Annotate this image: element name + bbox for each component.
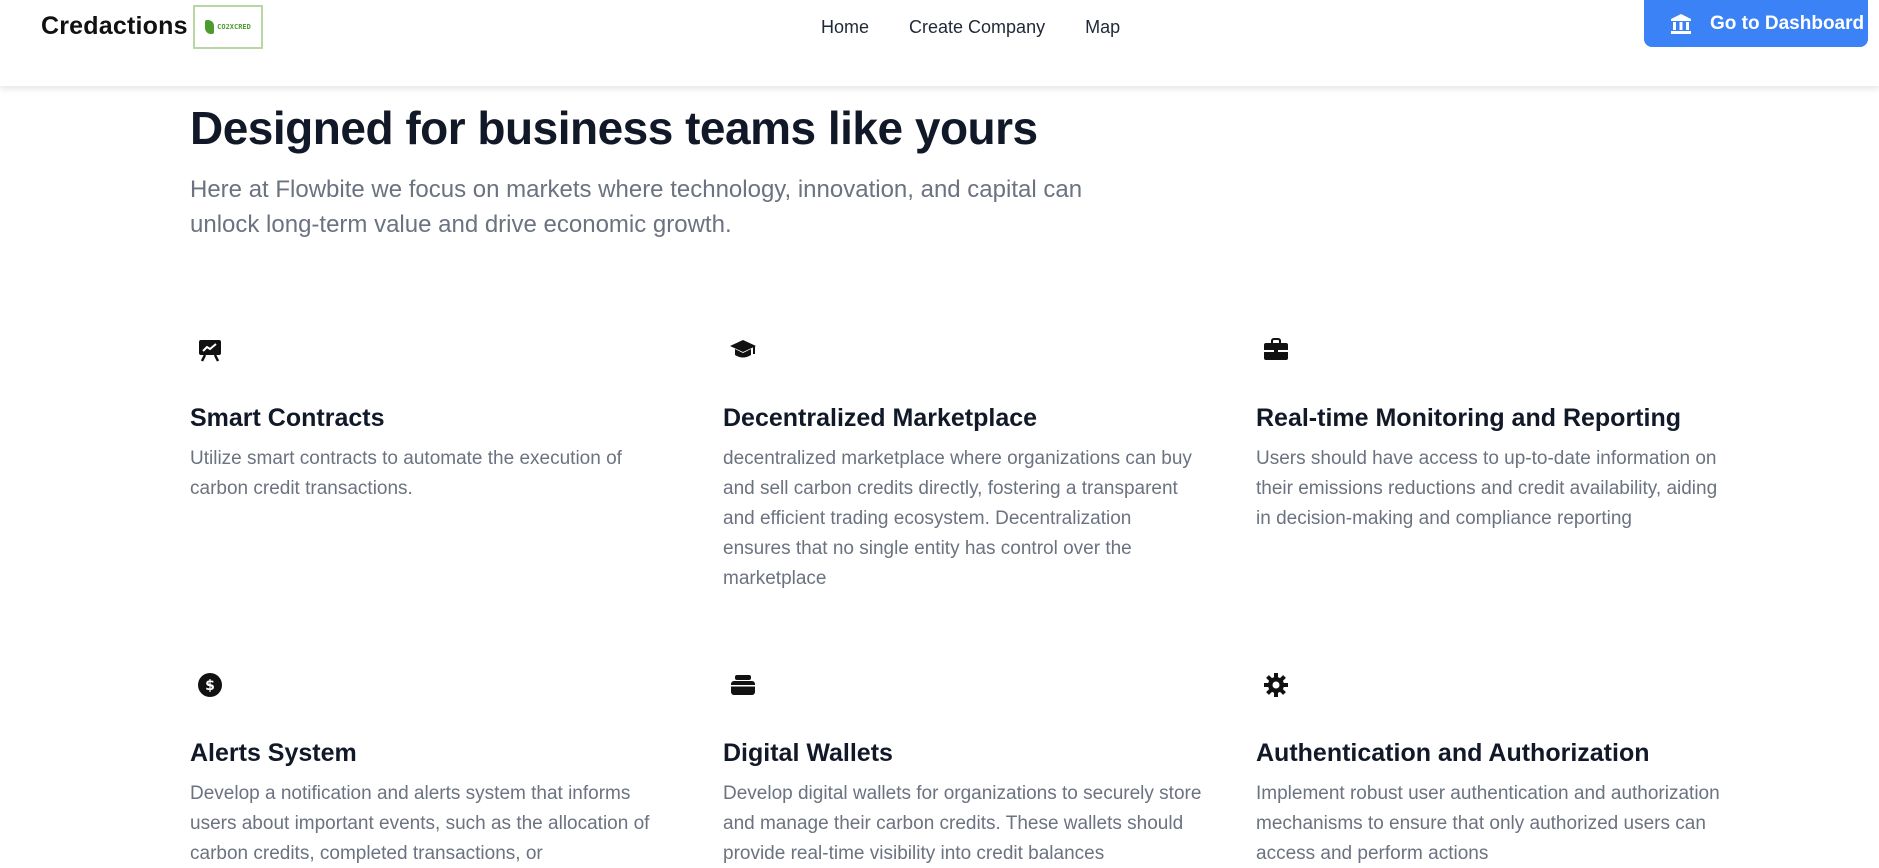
nav-link-map[interactable]: Map (1085, 15, 1120, 39)
feature-title: Smart Contracts (190, 404, 385, 432)
wallet-icon (723, 665, 763, 705)
brand-name[interactable]: Credactions (41, 12, 188, 41)
feature-description: Develop digital wallets for organization… (723, 783, 1202, 864)
feature-card: $ Alerts System Develop a notification a… (190, 665, 670, 864)
feature-description: Utilize smart contracts to automate the … (190, 448, 622, 499)
feature-card: Authentication and Authorization Impleme… (1256, 665, 1736, 864)
feature-description: decentralized marketplace where organiza… (723, 448, 1192, 589)
feature-title: Digital Wallets (723, 739, 893, 767)
feature-title: Decentralized Marketplace (723, 404, 1038, 432)
go-to-dashboard-label: Go to Dashboard (1710, 12, 1865, 34)
feature-card: Smart Contracts Utilize smart contracts … (190, 330, 670, 499)
logo-text: CO2XCRED (217, 23, 251, 31)
feature-title: Authentication and Authorization (1256, 739, 1650, 767)
feature-description: Develop a notification and alerts system… (190, 783, 650, 864)
dollar-circle-icon: $ (190, 665, 230, 705)
feature-card: Digital Wallets Develop digital wallets … (723, 665, 1203, 864)
presentation-chart-icon (190, 330, 230, 370)
bank-icon (1671, 13, 1691, 34)
nav-link-create-company[interactable]: Create Company (909, 15, 1045, 39)
feature-description: Implement robust user authentication and… (1256, 783, 1720, 864)
page-subtitle: Here at Flowbite we focus on markets whe… (190, 176, 1083, 238)
page-title: Designed for business teams like yours (190, 102, 1038, 154)
main-nav: Home Create Company Map (821, 15, 1120, 39)
nav-link-home[interactable]: Home (821, 15, 869, 39)
feature-title: Alerts System (190, 739, 357, 767)
graduation-cap-icon (723, 330, 763, 370)
briefcase-icon (1256, 330, 1296, 370)
feature-title: Real-time Monitoring and Reporting (1256, 404, 1681, 432)
go-to-dashboard-button[interactable]: Go to Dashboard (1644, 0, 1868, 47)
gear-icon (1256, 665, 1296, 705)
brand-logo[interactable]: CO2XCRED (193, 5, 263, 49)
leaf-icon (205, 20, 215, 34)
feature-card: Decentralized Marketplace decentralized … (723, 330, 1203, 589)
feature-description: Users should have access to up-to-date i… (1256, 448, 1718, 529)
svg-text:$: $ (205, 678, 215, 694)
feature-card: Real-time Monitoring and Reporting Users… (1256, 330, 1736, 529)
top-navbar: Credactions CO2XCRED Home Create Company… (0, 0, 1879, 86)
